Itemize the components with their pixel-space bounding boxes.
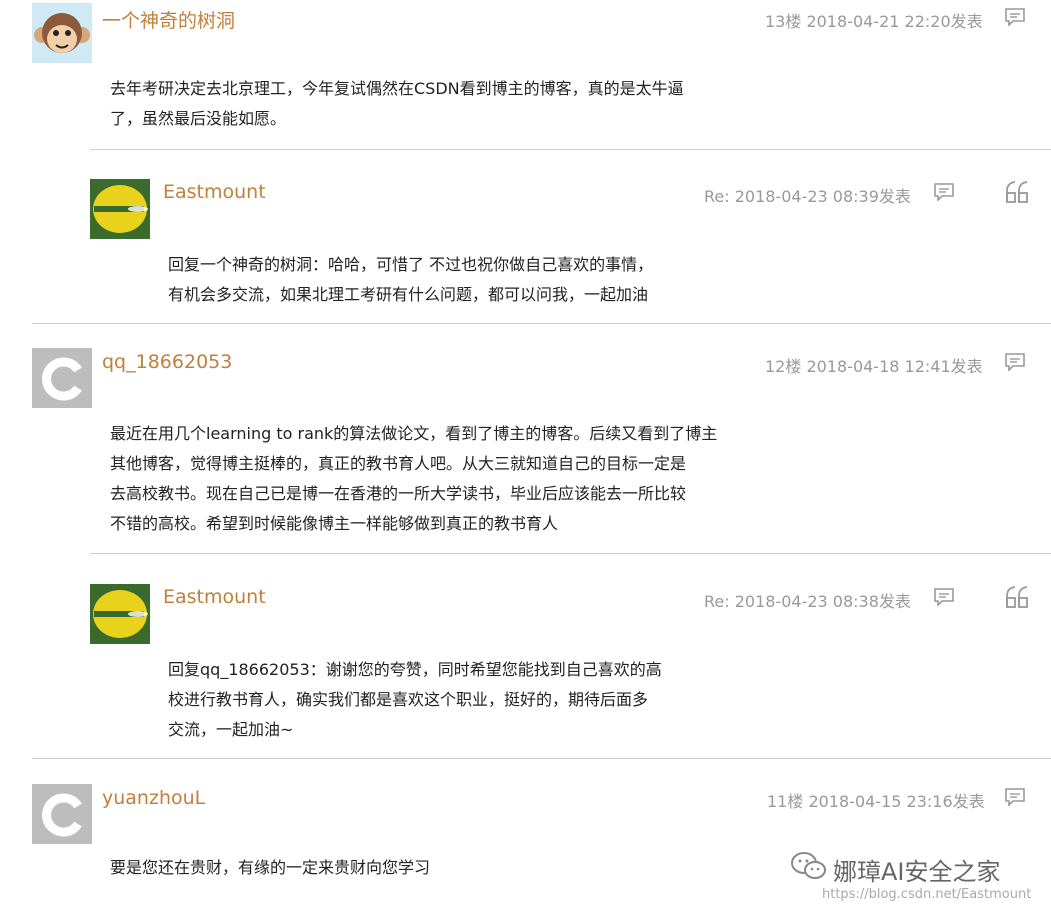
- reply-line: 回复qq_18662053：谢谢您的夸赞，同时希望您能找到自己喜欢的高: [168, 660, 662, 679]
- reply-meta: Re: 2018-04-23 08:39发表: [704, 187, 911, 206]
- comment-meta: 13楼 2018-04-21 22:20发表: [765, 12, 983, 31]
- reply-username[interactable]: Eastmount: [163, 586, 266, 608]
- avatar[interactable]: [32, 784, 92, 844]
- reply-line: 校进行教书育人，确实我们都是喜欢这个职业，挺好的，期待后面多: [168, 690, 649, 709]
- comment-meta: 12楼 2018-04-18 12:41发表: [765, 357, 983, 376]
- monkey-avatar-icon: [34, 13, 90, 53]
- comment-bubble-icon[interactable]: [1005, 8, 1025, 30]
- comment-username[interactable]: qq_18662053: [102, 351, 232, 373]
- default-c-avatar-icon: [32, 348, 92, 408]
- wechat-icon: [790, 850, 828, 886]
- reply-line: 回复一个神奇的树洞：哈哈，可惜了 不过也祝你做自己喜欢的事情，: [168, 255, 654, 274]
- quote-icon[interactable]: [1005, 586, 1031, 612]
- comment-bubble-icon[interactable]: [934, 183, 954, 205]
- comment-line: 要是您还在贵财，有缘的一定来贵财向您学习: [110, 858, 431, 877]
- comment-bubble-icon[interactable]: [1005, 788, 1025, 810]
- reply-meta: Re: 2018-04-23 08:38发表: [704, 592, 911, 611]
- avatar[interactable]: [32, 348, 92, 408]
- comment-line: 去年考研决定去北京理工，今年复试偶然在CSDN看到博主的博客，真的是太牛逼: [110, 79, 684, 98]
- reply-divider: [90, 553, 1051, 554]
- comment-line: 了，虽然最后没能如愿。: [110, 109, 287, 128]
- comment-divider: [32, 323, 1051, 324]
- reply-username[interactable]: Eastmount: [163, 181, 266, 203]
- watermark-name: 娜璋AI安全之家: [833, 858, 1001, 886]
- comment-bubble-icon[interactable]: [1005, 353, 1025, 375]
- comment-meta: 11楼 2018-04-15 23:16发表: [767, 792, 985, 811]
- comment-line: 不错的高校。希望到时候能像博主一样能够做到真正的教书育人: [110, 514, 559, 533]
- avatar[interactable]: [32, 3, 92, 63]
- avatar[interactable]: [90, 179, 150, 239]
- comment-line: 去高校教书。现在自己已是博一在香港的一所大学读书，毕业后应该能去一所比较: [110, 484, 687, 503]
- default-c-avatar-icon: [32, 784, 92, 844]
- comment-divider: [32, 758, 1051, 759]
- eastmount-avatar-icon: [90, 584, 150, 644]
- comment-line: 最近在用几个learning to rank的算法做论文，看到了博主的博客。后续…: [110, 424, 718, 443]
- comment-bubble-icon[interactable]: [934, 588, 954, 610]
- reply-line: 有机会多交流，如果北理工考研有什么问题，都可以问我，一起加油: [168, 285, 649, 304]
- comment-username[interactable]: 一个神奇的树洞: [102, 6, 235, 33]
- comment-line: 其他博客，觉得博主挺棒的，真正的教书育人吧。从大三就知道自己的目标一定是: [110, 454, 687, 473]
- watermark-url: https://blog.csdn.net/Eastmount: [822, 887, 1032, 902]
- quote-icon[interactable]: [1005, 181, 1031, 207]
- reply-line: 交流，一起加油~: [168, 720, 294, 739]
- reply-divider: [90, 149, 1051, 150]
- eastmount-avatar-icon: [90, 179, 150, 239]
- avatar[interactable]: [90, 584, 150, 644]
- comment-username[interactable]: yuanzhouL: [102, 787, 205, 809]
